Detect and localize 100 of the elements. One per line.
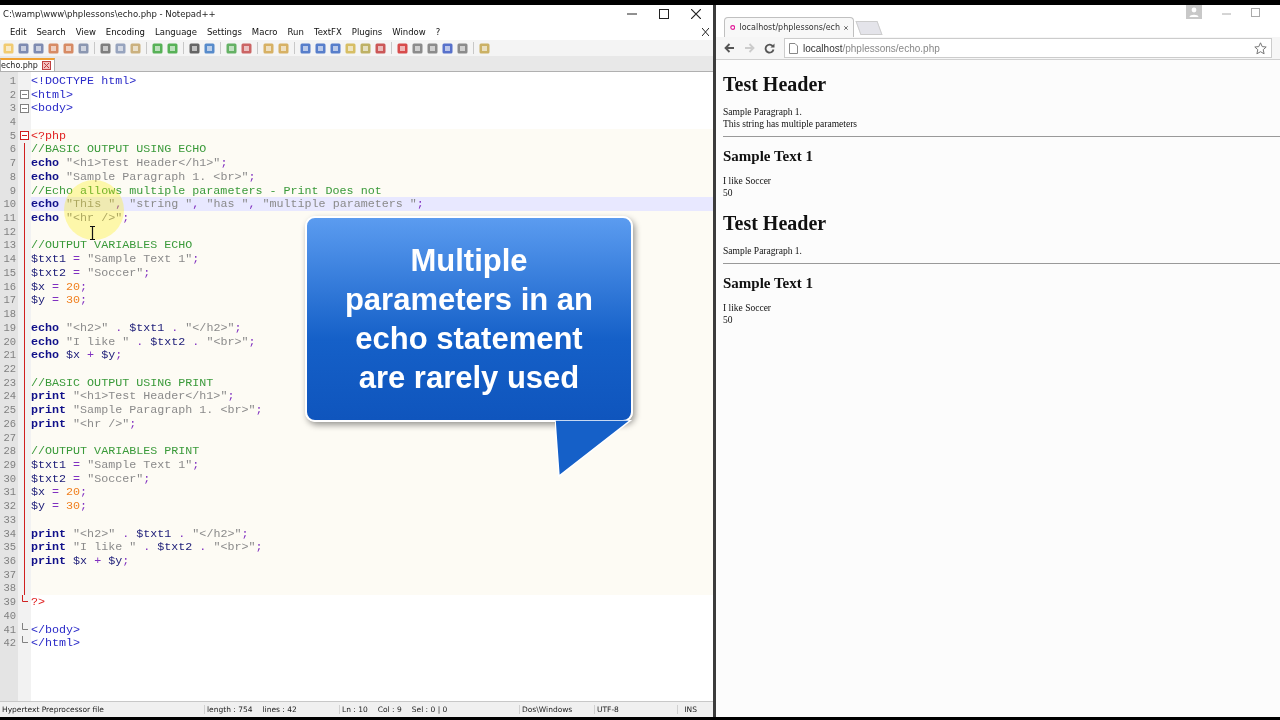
- line-number: 11: [2, 211, 17, 225]
- line-number: 35: [2, 540, 17, 555]
- code-line: $txt2 = "Soccer";: [31, 265, 151, 280]
- file-tab[interactable]: echo.php: [0, 58, 55, 71]
- line-number: 42: [2, 636, 17, 651]
- page-subheading: Sample Text 1: [723, 148, 814, 165]
- user-icon[interactable]: [1186, 5, 1202, 19]
- code-line: //Echo allows multiple parameters - Print Does not: [31, 183, 382, 198]
- page-heading: Test Header: [723, 73, 828, 96]
- line-number: 3: [8, 101, 17, 116]
- line-number: 27: [2, 430, 17, 445]
- menu-item[interactable]: ?: [435, 26, 441, 37]
- fold-end-icon: [21, 595, 28, 603]
- menu-item[interactable]: TextFX: [313, 26, 342, 37]
- line-number: 24: [2, 389, 17, 404]
- line-number: 29: [2, 458, 17, 472]
- menu-item[interactable]: View: [75, 26, 96, 37]
- code-line: <?php: [31, 128, 67, 143]
- menu-item[interactable]: Search: [36, 26, 66, 37]
- line-number: 36: [2, 554, 17, 568]
- menu-item[interactable]: Window: [392, 26, 426, 37]
- line-number: 7: [8, 156, 17, 171]
- line-number: 26: [2, 416, 17, 431]
- code-line: ?>: [31, 595, 46, 610]
- reload-icon[interactable]: [764, 42, 775, 54]
- code-line: $y = 30;: [31, 293, 88, 308]
- code-line: echo "<h1>Test Header</h1>";: [31, 156, 228, 171]
- code-line: //BASIC OUTPUT USING PRINT: [31, 375, 214, 390]
- code-line: <!DOCTYPE html>: [31, 73, 137, 88]
- menu-item[interactable]: Settings: [206, 26, 242, 37]
- page-text: I like Soccer: [723, 302, 771, 314]
- code-line: </body>: [31, 622, 81, 637]
- menu-item[interactable]: Run: [287, 26, 304, 37]
- line-number: 19: [2, 320, 17, 335]
- fold-toggle-icon[interactable]: [20, 131, 29, 141]
- line-number: 9: [8, 183, 17, 198]
- line-number: 13: [2, 238, 17, 253]
- line-number: 1: [8, 74, 17, 88]
- tab-title: localhost/phplessons/ech: [739, 23, 840, 32]
- fold-toggle-icon[interactable]: [20, 90, 29, 100]
- page-icon: [789, 42, 798, 54]
- close-icon[interactable]: [702, 28, 709, 36]
- callout-text: Multiple parameters in an echo statement are rarely used: [343, 242, 595, 397]
- new-tab-button[interactable]: [855, 21, 883, 35]
- code-line: $y = 30;: [31, 499, 88, 514]
- text-cursor-icon: [90, 226, 95, 240]
- code-line: //OUTPUT VARIABLES ECHO: [31, 238, 193, 253]
- line-number: 41: [2, 622, 17, 637]
- code-line: echo "<hr />";: [31, 211, 130, 226]
- code-line: <html>: [31, 87, 74, 102]
- line-number: 18: [2, 307, 17, 321]
- line-number: 8: [8, 170, 17, 184]
- browser-tab[interactable]: localhost/phplessons/ech: [724, 17, 854, 37]
- page-icon: [730, 22, 736, 33]
- code-line: $txt1 = "Sample Text 1";: [31, 458, 200, 472]
- line-number: 32: [2, 499, 17, 513]
- code-line: $x = 20;: [31, 279, 88, 294]
- fold-toggle-icon[interactable]: [20, 103, 29, 113]
- line-number: 37: [2, 567, 17, 582]
- code-line: print "I like " . $txt2 . "<br>";: [31, 540, 263, 555]
- line-number: 33: [2, 513, 17, 527]
- line-number: 17: [2, 293, 17, 308]
- page-text: This string has multiple parameters: [723, 118, 858, 130]
- line-number: 20: [2, 334, 17, 349]
- line-number: 15: [2, 266, 17, 280]
- code-line: print $x + $y;: [31, 554, 130, 568]
- maximize-icon[interactable]: [659, 9, 669, 19]
- line-number: 39: [2, 595, 17, 610]
- menu-item[interactable]: Edit: [10, 26, 27, 37]
- code-line: echo "This ", "string ", "has ", "multiple parameters ";: [31, 197, 424, 212]
- code-line: print "<h1>Test Header</h1>";: [31, 389, 235, 404]
- star-icon[interactable]: [1254, 41, 1267, 55]
- page-text: I like Soccer: [723, 175, 771, 187]
- code-line: $txt2 = "Soccer";: [31, 471, 151, 486]
- line-number: 40: [2, 609, 17, 623]
- page-text: Sample Paragraph 1.: [723, 245, 802, 257]
- page-heading: Test Header: [723, 212, 828, 235]
- window-title: C:\wamp\www\phplessons\echo.php - Notepad++: [3, 9, 217, 19]
- line-number: 16: [2, 279, 17, 294]
- line-number: 30: [2, 471, 17, 486]
- close-icon[interactable]: [691, 9, 701, 19]
- line-number: 5: [8, 128, 17, 143]
- line-number: 21: [2, 348, 17, 363]
- line-number: 14: [2, 252, 17, 267]
- menu-item[interactable]: Macro: [251, 26, 278, 37]
- menu-item[interactable]: Encoding: [105, 26, 145, 37]
- page-subheading: Sample Text 1: [723, 275, 814, 292]
- code-line: <body>: [31, 101, 74, 116]
- menu-item[interactable]: Language: [155, 26, 197, 37]
- line-number: 12: [2, 224, 17, 239]
- line-number: 23: [2, 375, 17, 390]
- code-line: print "<h2>" . $txt1 . "</h2>";: [31, 526, 249, 541]
- page-text: 50: [723, 187, 733, 199]
- menu-item[interactable]: Plugins: [351, 26, 383, 37]
- line-number: 28: [2, 444, 17, 459]
- address-bar[interactable]: localhost/phplessons/echo.php: [784, 38, 1272, 58]
- line-number: 38: [2, 581, 17, 596]
- back-icon[interactable]: [724, 43, 735, 53]
- page-text: 50: [723, 314, 733, 326]
- code-line: echo "<h2>" . $txt1 . "</h2>";: [31, 320, 242, 335]
